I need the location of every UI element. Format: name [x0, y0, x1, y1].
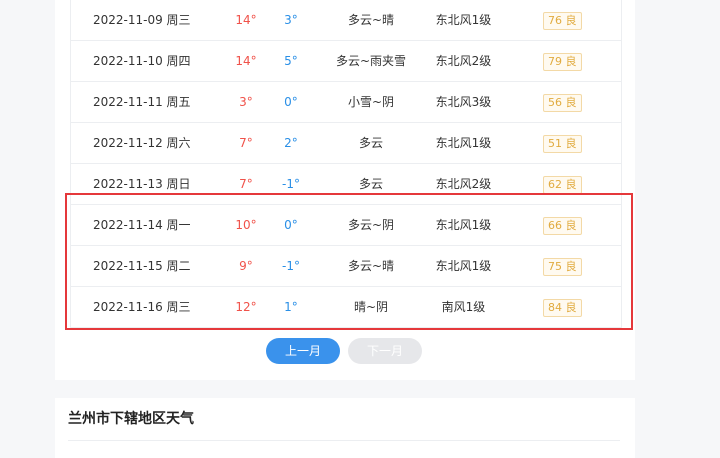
- high-temp-cell: 14°: [235, 54, 257, 68]
- high-temp-cell: 7°: [239, 177, 253, 191]
- aqi-badge: 66 良: [543, 216, 582, 235]
- date-cell: 2022-11-10 周四: [93, 54, 191, 68]
- weather-cell: 多云: [358, 177, 383, 191]
- low-temp-cell: 3°: [284, 13, 298, 27]
- date-cell: 2022-11-09 周三: [93, 13, 191, 27]
- wind-cell: 南风1级: [441, 300, 486, 314]
- prev-month-button[interactable]: 上一月: [266, 338, 340, 364]
- low-temp-cell: 0°: [284, 218, 298, 232]
- weather-cell: 多云: [358, 136, 383, 150]
- table-row: 2022-11-13 周日 7° -1° 多云 东北风2级 62 良: [71, 164, 621, 205]
- low-temp-cell: 2°: [284, 136, 298, 150]
- wind-cell: 东北风1级: [435, 259, 492, 273]
- aqi-cell: 66 良: [543, 205, 582, 245]
- low-temp-cell: 0°: [284, 95, 298, 109]
- wind-cell: 东北风1级: [435, 136, 492, 150]
- aqi-cell: 56 良: [543, 82, 582, 122]
- aqi-badge: 79 良: [543, 52, 582, 71]
- aqi-cell: 79 良: [543, 41, 582, 81]
- high-temp-cell: 9°: [239, 259, 253, 273]
- weather-cell: 晴~阴: [353, 300, 389, 314]
- table-row: 2022-11-11 周五 3° 0° 小雪~阴 东北风3级 56 良: [71, 82, 621, 123]
- aqi-badge: 51 良: [543, 134, 582, 153]
- high-temp-cell: 7°: [239, 136, 253, 150]
- high-temp-cell: 3°: [239, 95, 253, 109]
- aqi-cell: 76 良: [543, 0, 582, 40]
- aqi-badge: 62 良: [543, 175, 582, 194]
- wind-cell: 东北风1级: [435, 13, 492, 27]
- wind-cell: 东北风1级: [435, 218, 492, 232]
- next-month-button[interactable]: 下一月: [348, 338, 422, 364]
- date-cell: 2022-11-13 周日: [93, 177, 191, 191]
- weather-cell: 多云~晴: [347, 13, 395, 27]
- date-cell: 2022-11-12 周六: [93, 136, 191, 150]
- table-row: 2022-11-14 周一 10° 0° 多云~阴 东北风1级 66 良: [71, 205, 621, 246]
- aqi-badge: 75 良: [543, 257, 582, 276]
- high-temp-cell: 12°: [235, 300, 257, 314]
- wind-cell: 东北风2级: [435, 177, 492, 191]
- wind-cell: 东北风3级: [435, 95, 492, 109]
- weather-cell: 多云~阴: [347, 218, 395, 232]
- aqi-cell: 75 良: [543, 246, 582, 286]
- date-cell: 2022-11-11 周五: [93, 95, 191, 109]
- table-row: 2022-11-12 周六 7° 2° 多云 东北风1级 51 良: [71, 123, 621, 164]
- district-weather-card: [55, 398, 635, 458]
- weather-cell: 小雪~阴: [347, 95, 395, 109]
- date-cell: 2022-11-15 周二: [93, 259, 191, 273]
- table-row: 2022-11-16 周三 12° 1° 晴~阴 南风1级 84 良: [71, 287, 621, 328]
- aqi-badge: 76 良: [543, 11, 582, 30]
- date-cell: 2022-11-14 周一: [93, 218, 191, 232]
- wind-cell: 东北风2级: [435, 54, 492, 68]
- table-row: 2022-11-15 周二 9° -1° 多云~晴 东北风1级 75 良: [71, 246, 621, 287]
- date-cell: 2022-11-16 周三: [93, 300, 191, 314]
- low-temp-cell: 5°: [284, 54, 298, 68]
- section-divider: [68, 440, 620, 441]
- aqi-cell: 62 良: [543, 164, 582, 204]
- aqi-badge: 56 良: [543, 93, 582, 112]
- section-title: 兰州市下辖地区天气: [68, 411, 194, 427]
- aqi-badge: 84 良: [543, 298, 582, 317]
- high-temp-cell: 10°: [235, 218, 257, 232]
- low-temp-cell: -1°: [282, 259, 300, 273]
- aqi-cell: 51 良: [543, 123, 582, 163]
- weather-cell: 多云~晴: [347, 259, 395, 273]
- weather-cell: 多云~雨夹雪: [335, 54, 407, 68]
- high-temp-cell: 14°: [235, 13, 257, 27]
- low-temp-cell: 1°: [284, 300, 298, 314]
- table-row: 2022-11-09 周三 14° 3° 多云~晴 东北风1级 76 良: [71, 0, 621, 41]
- forecast-table: 2022-11-09 周三 14° 3° 多云~晴 东北风1级 76 良 202…: [70, 0, 622, 328]
- table-row: 2022-11-10 周四 14° 5° 多云~雨夹雪 东北风2级 79 良: [71, 41, 621, 82]
- low-temp-cell: -1°: [282, 177, 300, 191]
- aqi-cell: 84 良: [543, 287, 582, 327]
